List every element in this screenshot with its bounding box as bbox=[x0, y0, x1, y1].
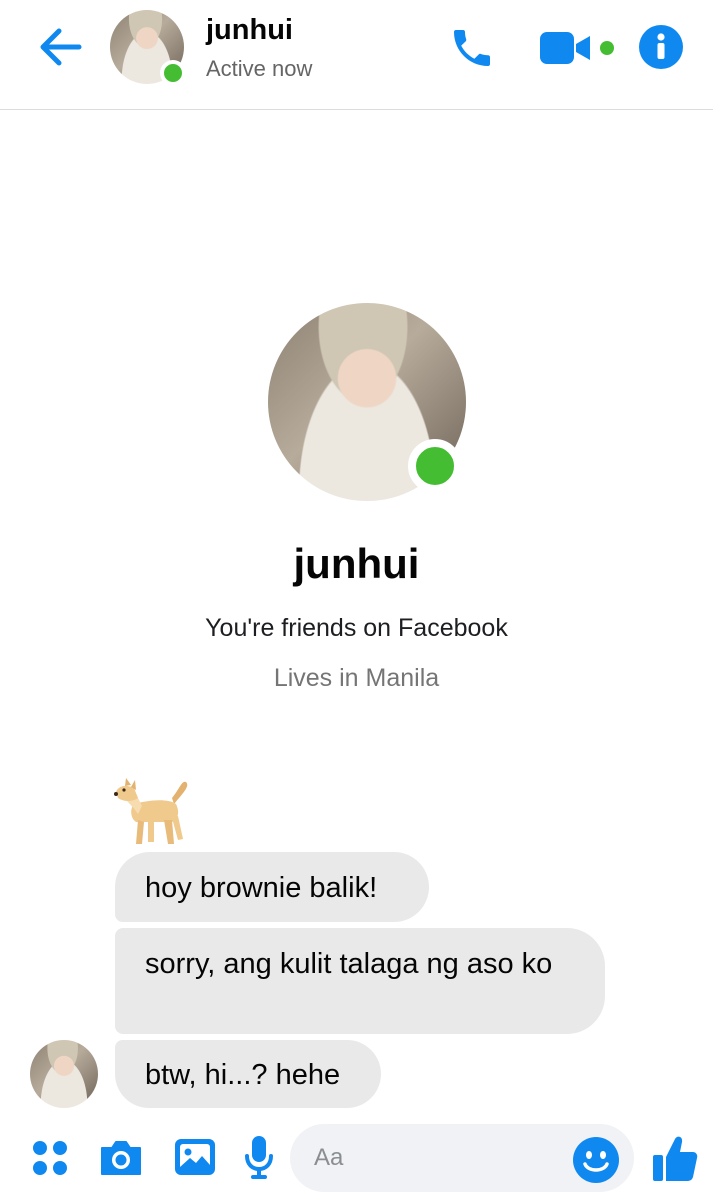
profile-avatar[interactable] bbox=[268, 303, 466, 501]
back-button[interactable] bbox=[36, 24, 86, 70]
profile-online-indicator bbox=[408, 439, 462, 493]
video-camera-icon bbox=[540, 32, 590, 64]
video-online-dot bbox=[600, 41, 614, 55]
sender-photo bbox=[30, 1040, 98, 1108]
camera-icon bbox=[101, 1141, 141, 1175]
conversation-header: junhui Active now bbox=[0, 0, 713, 110]
profile-name: junhui bbox=[293, 540, 420, 587]
like-button[interactable] bbox=[650, 1132, 700, 1184]
contact-avatar[interactable] bbox=[110, 10, 186, 86]
voice-call-button[interactable] bbox=[446, 22, 498, 74]
message-bubble[interactable]: hoy brownie balik! bbox=[115, 852, 429, 922]
image-icon bbox=[175, 1139, 215, 1175]
sender-avatar[interactable] bbox=[30, 1040, 98, 1108]
message-bubble[interactable]: btw, hi...? hehe bbox=[115, 1040, 381, 1108]
camera-button[interactable] bbox=[96, 1134, 146, 1182]
emoji-icon bbox=[573, 1137, 619, 1183]
friendship-context: You're friends on Facebook bbox=[205, 614, 508, 642]
video-call-button[interactable] bbox=[538, 26, 620, 70]
info-button[interactable] bbox=[639, 25, 683, 69]
active-status: Active now bbox=[206, 56, 313, 81]
online-indicator bbox=[160, 60, 186, 86]
voice-message-button[interactable] bbox=[238, 1132, 280, 1182]
arrow-left-icon bbox=[40, 28, 82, 66]
menu-dots-icon bbox=[33, 1141, 67, 1175]
phone-icon bbox=[454, 30, 490, 66]
thumbs-up-icon bbox=[653, 1136, 698, 1181]
dog-sticker[interactable] bbox=[112, 778, 194, 850]
dog-emoji-icon bbox=[114, 778, 188, 844]
more-actions-button[interactable] bbox=[26, 1134, 74, 1182]
info-icon bbox=[657, 33, 665, 59]
microphone-icon bbox=[245, 1136, 273, 1179]
emoji-button[interactable] bbox=[572, 1136, 620, 1184]
message-bubble[interactable]: sorry, ang kulit talaga ng aso ko bbox=[115, 928, 605, 1034]
contact-name[interactable]: junhui bbox=[206, 14, 293, 47]
location-context: Lives in Manila bbox=[273, 664, 440, 692]
gallery-button[interactable] bbox=[170, 1132, 220, 1182]
